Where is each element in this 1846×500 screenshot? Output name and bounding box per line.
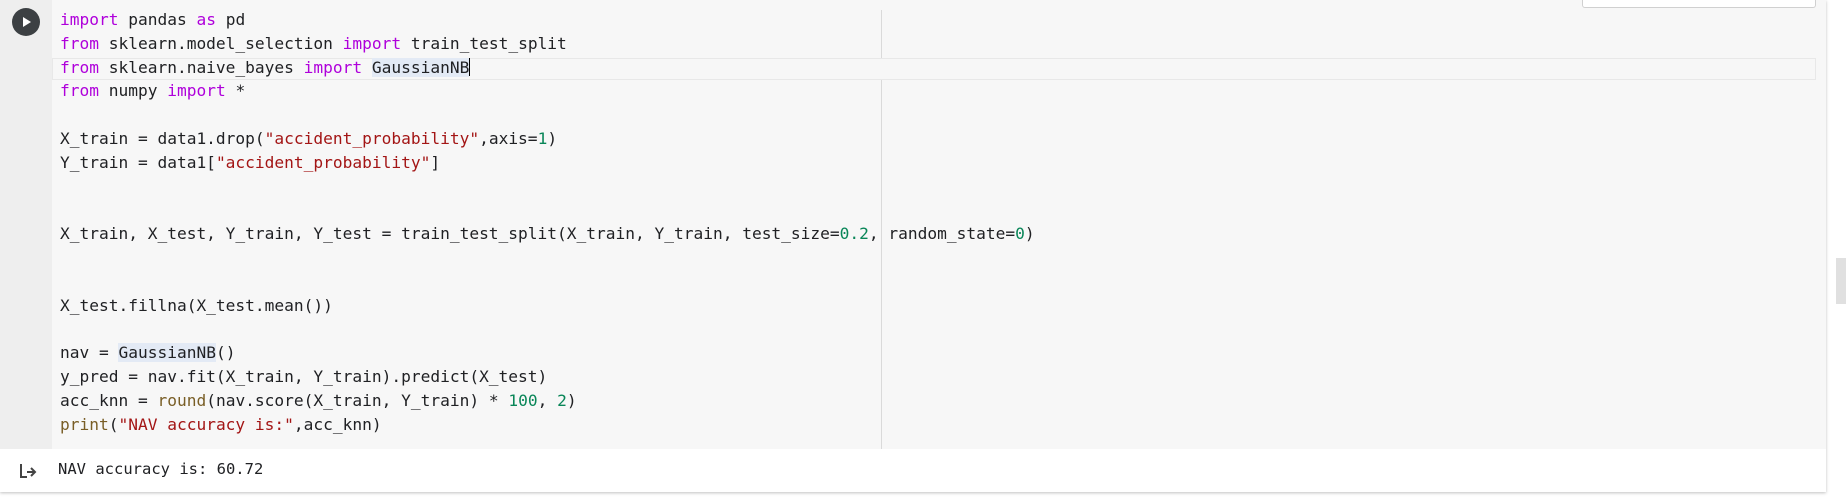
code-line: import pandas as pd <box>60 10 246 29</box>
code-line: acc_knn = round(nav.score(X_train, Y_tra… <box>60 390 577 410</box>
output-text: NAV accuracy is: 60.72 <box>58 460 264 478</box>
cell-output: NAV accuracy is: 60.72 <box>0 449 1826 492</box>
code-line: from numpy import * <box>60 81 246 101</box>
code-line: y_pred = nav.fit(X_train, Y_train).predi… <box>60 366 548 386</box>
cell-gutter <box>0 0 52 449</box>
code-line: Y_train = data1["accident_probability"] <box>60 152 441 172</box>
text-cursor <box>469 57 471 76</box>
code-line: from sklearn.naive_bayes import Gaussian… <box>60 57 471 77</box>
play-icon <box>23 17 31 27</box>
code-editor[interactable]: import pandas as pd from sklearn.model_s… <box>52 0 1826 449</box>
code-line: print("NAV accuracy is:",acc_knn) <box>60 414 382 434</box>
code-line: nav = GaussianNB() <box>60 343 236 363</box>
run-cell-button[interactable] <box>12 8 40 36</box>
cell-toolbar[interactable] <box>1582 0 1816 8</box>
code-line: X_train = data1.drop("accident_probabili… <box>60 128 558 148</box>
code-cell[interactable]: import pandas as pd from sklearn.model_s… <box>0 0 1826 492</box>
output-redirect-icon[interactable] <box>18 462 38 480</box>
code-line: X_train, X_test, Y_train, Y_test = train… <box>60 224 1035 244</box>
code-content[interactable]: import pandas as pd from sklearn.model_s… <box>60 8 1035 436</box>
scrollbar-thumb[interactable] <box>1836 258 1846 304</box>
code-line: from sklearn.model_selection import trai… <box>60 33 567 53</box>
code-line: X_test.fillna(X_test.mean()) <box>60 295 333 315</box>
